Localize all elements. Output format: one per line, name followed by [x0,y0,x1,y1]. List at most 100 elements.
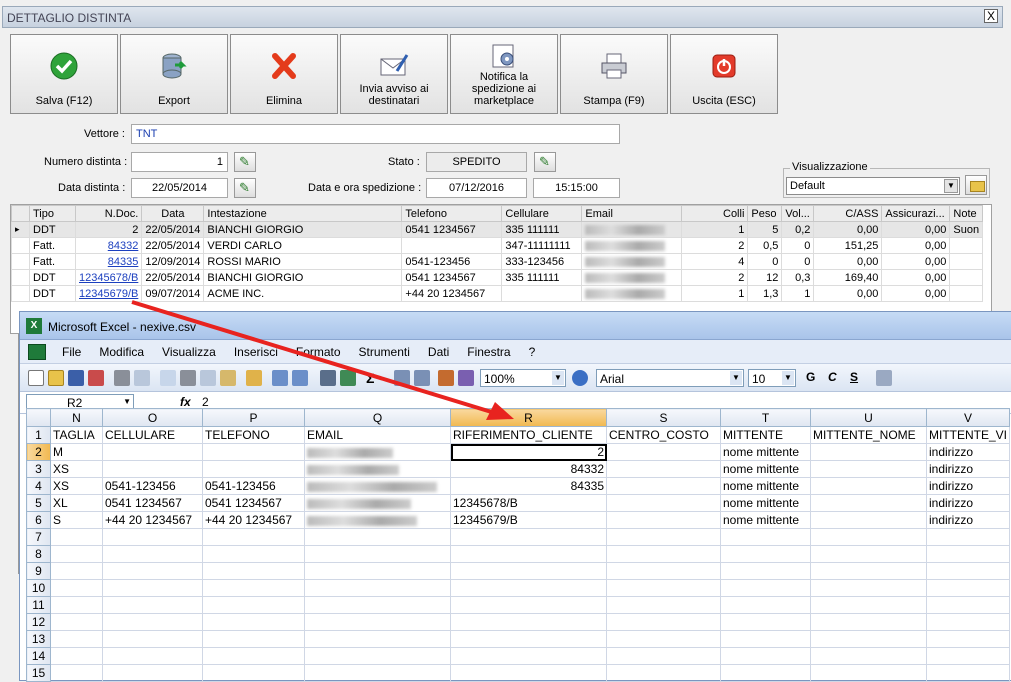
grid-cell[interactable]: 1 [681,221,749,238]
sheet-cell[interactable] [50,528,103,546]
grid-col-header[interactable]: Data [141,205,205,222]
sheet-cell[interactable] [102,460,203,478]
font-size-select[interactable]: 10 ▼ [748,369,796,387]
grid-cell[interactable]: 4 [681,253,749,270]
sheet-cell[interactable] [450,562,607,580]
grid-cell[interactable] [581,285,683,302]
visualizzazione-select[interactable]: Default ▼ [786,177,960,195]
sheet-cell[interactable]: indirizzo [925,477,1011,495]
sheet-cell[interactable] [450,545,607,563]
sheet-cell[interactable] [304,630,451,648]
menu-modifica[interactable]: Modifica [97,344,146,360]
menu-help[interactable]: ? [527,344,538,360]
grid-cell[interactable]: 22/05/2014 [141,221,205,238]
column-header[interactable]: Q [304,408,451,427]
formula-value[interactable]: 2 [202,395,209,409]
sheet-cell[interactable]: 0541-123456 [202,477,305,495]
sheet-cell[interactable] [450,579,607,597]
row-header[interactable]: 8 [26,545,51,563]
save-disk-icon[interactable] [68,370,84,386]
grid-col-header[interactable]: Cellulare [501,205,583,222]
grid-cell[interactable]: 0,5 [747,237,783,254]
grid-cell[interactable] [401,237,503,254]
grid-cell[interactable]: 2 [681,237,749,254]
sheet-cell[interactable] [810,613,927,631]
grid-cell[interactable]: 169,40 [813,269,883,286]
grid-cell[interactable]: 0,00 [881,221,951,238]
print-preview-icon[interactable] [134,370,150,386]
sheet-cell[interactable] [102,630,203,648]
sheet-cell[interactable] [606,630,721,648]
grid-cell[interactable] [581,221,683,238]
sheet-cell[interactable] [450,630,607,648]
column-header[interactable]: T [720,408,811,427]
zoom-select[interactable]: 100% ▼ [480,369,566,387]
sheet-cell[interactable]: 0541 1234567 [202,494,305,512]
undo-icon[interactable] [272,370,288,386]
underline-button[interactable]: S [850,370,858,384]
sheet-cell[interactable] [304,562,451,580]
send-notice-button[interactable]: Invia avviso ai destinatari [340,34,448,114]
column-header[interactable]: U [810,408,927,427]
sheet-cell[interactable] [450,647,607,665]
sheet-cell[interactable] [102,579,203,597]
grid-cell[interactable]: 1 [781,285,815,302]
grid-cell[interactable]: 0,00 [813,253,883,270]
sheet-cell[interactable] [450,664,607,682]
grid-cell[interactable]: Suon [949,221,984,238]
grid-cell[interactable]: 12345678/B [74,269,143,286]
grid-cell[interactable]: 84332 [74,237,143,254]
sheet-cell[interactable]: nome mittente [720,443,811,461]
sheet-cell[interactable] [202,630,305,648]
grid-row[interactable]: Fatt. 84332 22/05/2014 VERDI CARLO 347-11111… [11,237,984,254]
menu-strumenti[interactable]: Strumenti [357,344,412,360]
sheet-cell[interactable]: 12345679/B [450,511,607,529]
edit-stato-button[interactable] [534,152,556,172]
sheet-cell[interactable] [810,511,927,529]
grid-cell[interactable] [949,237,984,254]
sheet-cell[interactable] [606,562,721,580]
grid-cell[interactable]: 84335 [74,253,143,270]
sheet-cell[interactable]: +44 20 1234567 [202,511,305,529]
sheet-cell[interactable] [606,579,721,597]
row-header[interactable]: 7 [26,528,51,546]
sheet-cell[interactable]: nome mittente [720,477,811,495]
grid-cell[interactable] [949,269,984,286]
cut-icon[interactable] [180,370,196,386]
sheet-cell[interactable]: indirizzo [925,511,1011,529]
grid-cell[interactable]: +44 20 1234567 [401,285,503,302]
grid-cell[interactable] [501,285,583,302]
sheet-cell[interactable] [810,579,927,597]
sheet-cell[interactable]: 84332 [450,460,607,478]
row-header[interactable]: 5 [26,494,51,512]
sheet-cell[interactable] [304,460,451,478]
sheet-cell[interactable] [202,528,305,546]
grid-cell[interactable]: 0 [747,253,783,270]
sheet-cell[interactable]: S [50,511,103,529]
sheet-cell[interactable] [304,647,451,665]
chevron-down-icon[interactable]: ▼ [730,371,742,385]
chevron-down-icon[interactable]: ▼ [944,179,958,193]
row-indicator[interactable] [11,253,30,270]
grid-col-header[interactable]: Intestazione [203,205,403,222]
sheet-cell[interactable] [720,579,811,597]
sheet-cell[interactable]: MITTENTE_VI [925,426,1011,444]
sheet-cell[interactable] [50,596,103,614]
column-header-selected[interactable]: R [450,408,607,427]
sheet-cell[interactable] [50,613,103,631]
grid-cell[interactable]: DDT [29,269,76,286]
row-header[interactable]: 1 [26,426,51,444]
grid-row[interactable]: DDT 12345679/B 09/07/2014 ACME INC. +44 20 1… [11,285,984,302]
grid-col-header[interactable]: Assicurazi... [881,205,951,222]
sheet-cell[interactable] [925,664,1011,682]
sheet-cell[interactable] [720,545,811,563]
grid-cell[interactable]: 12 [747,269,783,286]
grid-cell[interactable]: 151,25 [813,237,883,254]
sheet-cell[interactable] [810,443,927,461]
sheet-cell[interactable] [925,596,1011,614]
sheet-cell[interactable] [720,596,811,614]
sheet-cell[interactable] [50,579,103,597]
row-indicator[interactable] [11,237,30,254]
delete-button[interactable]: Elimina [230,34,338,114]
export-button[interactable]: Export [120,34,228,114]
